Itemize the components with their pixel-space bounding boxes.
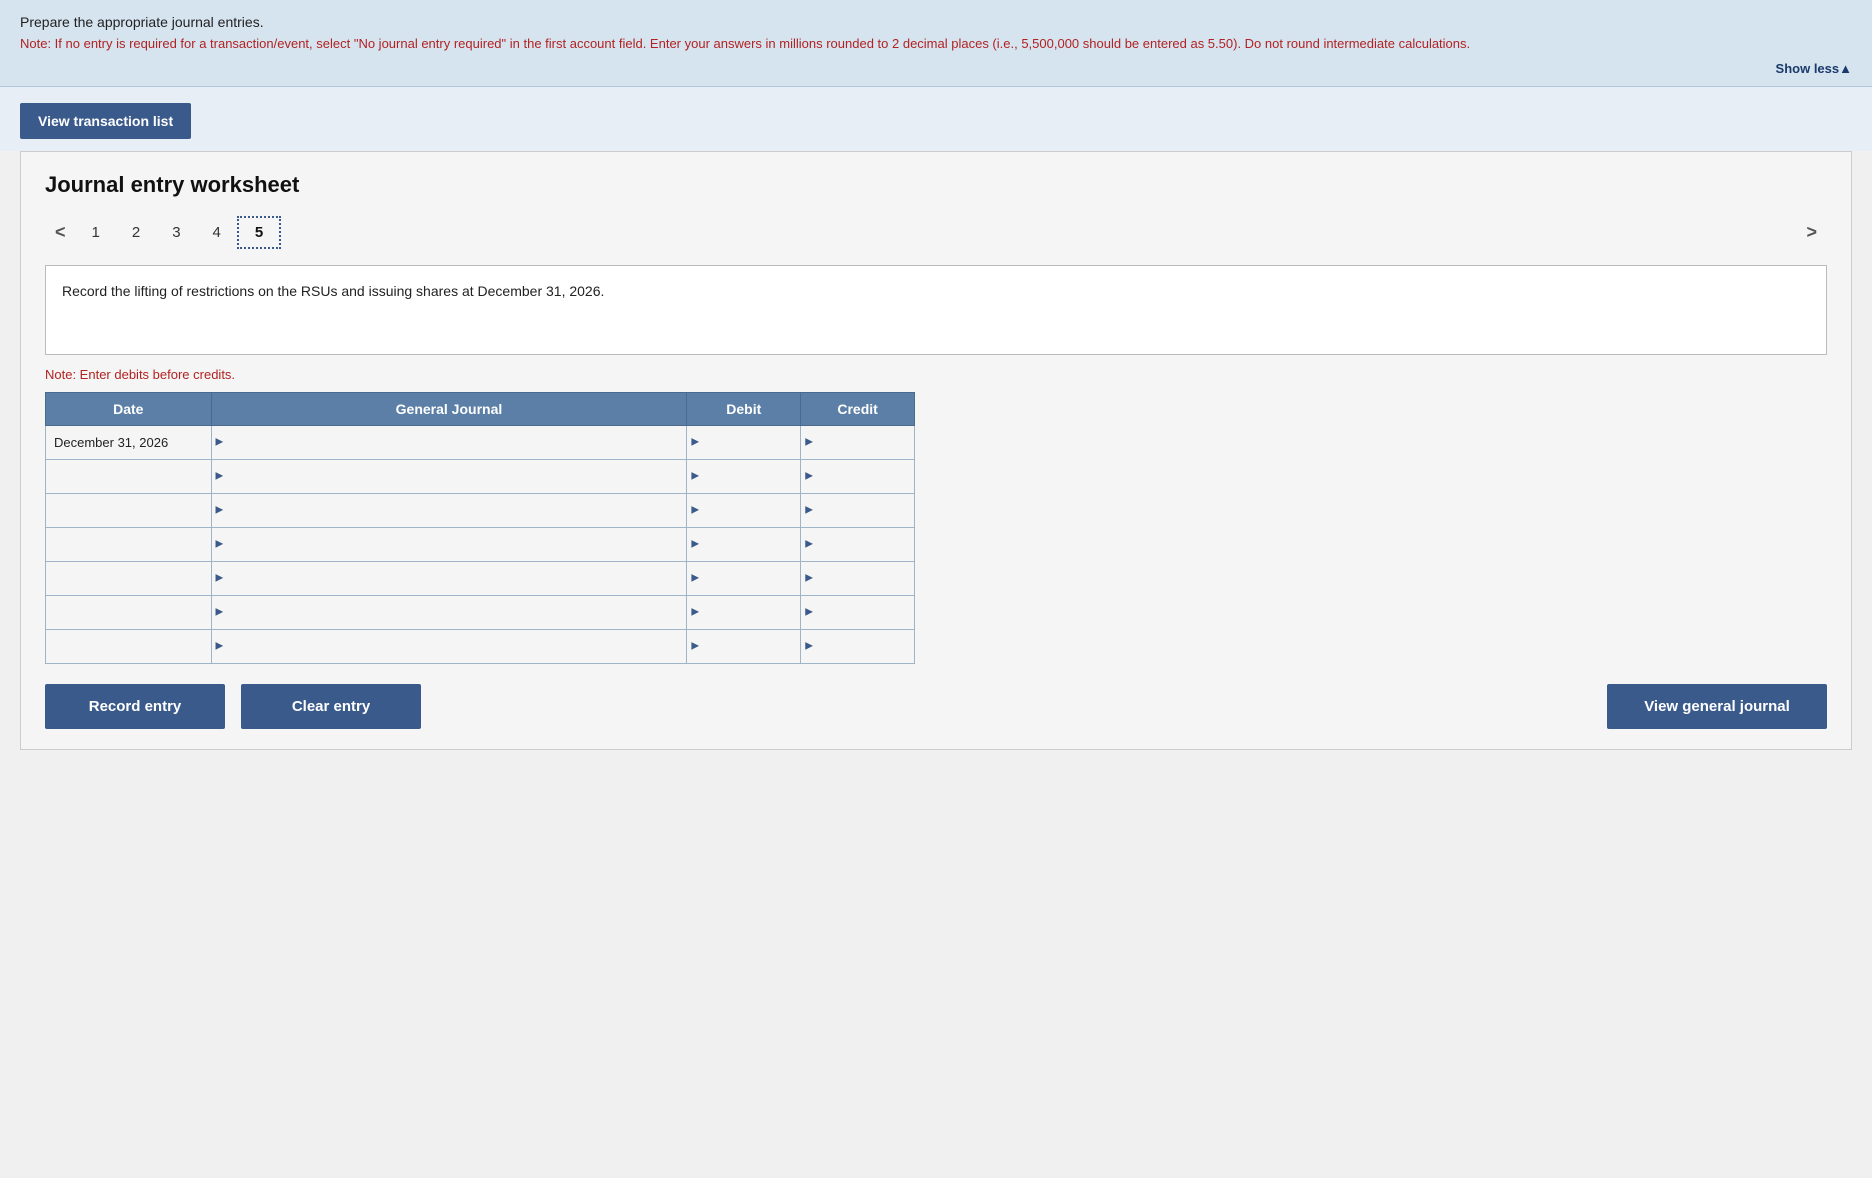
- date-cell-0: December 31, 2026: [46, 425, 212, 459]
- worksheet-container: Journal entry worksheet < 1 2 3 4 5 > Re…: [20, 151, 1852, 750]
- tab-prev-arrow[interactable]: <: [45, 218, 76, 247]
- journal-input-1[interactable]: [212, 460, 687, 493]
- col-header-debit: Debit: [687, 392, 801, 425]
- credit-input-cell-4[interactable]: [801, 561, 915, 595]
- col-header-credit: Credit: [801, 392, 915, 425]
- debit-input-cell-2[interactable]: [687, 493, 801, 527]
- bottom-buttons: Record entry Clear entry View general jo…: [45, 684, 1827, 729]
- credit-input-cell-3[interactable]: [801, 527, 915, 561]
- journal-input-cell-3[interactable]: [211, 527, 687, 561]
- table-row: [46, 459, 915, 493]
- date-cell-6: [46, 629, 212, 663]
- debit-input-6[interactable]: [687, 630, 800, 663]
- debit-input-4[interactable]: [687, 562, 800, 595]
- journal-input-6[interactable]: [212, 630, 687, 663]
- credit-input-5[interactable]: [801, 596, 914, 629]
- credit-input-1[interactable]: [801, 460, 914, 493]
- clear-entry-button[interactable]: Clear entry: [241, 684, 421, 729]
- journal-input-cell-6[interactable]: [211, 629, 687, 663]
- date-cell-4: [46, 561, 212, 595]
- tab-3[interactable]: 3: [156, 218, 196, 247]
- date-cell-1: [46, 459, 212, 493]
- journal-input-cell-1[interactable]: [211, 459, 687, 493]
- instruction-title: Prepare the appropriate journal entries.: [20, 14, 1852, 30]
- journal-input-4[interactable]: [212, 562, 687, 595]
- debit-input-3[interactable]: [687, 528, 800, 561]
- col-header-journal: General Journal: [211, 392, 687, 425]
- debit-input-cell-5[interactable]: [687, 595, 801, 629]
- transaction-list-area: View transaction list: [0, 87, 1872, 151]
- view-transaction-list-button[interactable]: View transaction list: [20, 103, 191, 139]
- credit-input-0[interactable]: [801, 426, 914, 459]
- debit-input-5[interactable]: [687, 596, 800, 629]
- date-cell-5: [46, 595, 212, 629]
- table-row: [46, 595, 915, 629]
- record-entry-button[interactable]: Record entry: [45, 684, 225, 729]
- tab-4[interactable]: 4: [197, 218, 237, 247]
- table-row: [46, 493, 915, 527]
- debit-input-2[interactable]: [687, 494, 800, 527]
- credit-input-cell-2[interactable]: [801, 493, 915, 527]
- note-debits: Note: Enter debits before credits.: [45, 367, 1827, 382]
- debit-input-cell-4[interactable]: [687, 561, 801, 595]
- journal-input-cell-2[interactable]: [211, 493, 687, 527]
- journal-input-3[interactable]: [212, 528, 687, 561]
- instruction-note: Note: If no entry is required for a tran…: [20, 34, 1852, 54]
- tab-navigation: < 1 2 3 4 5 >: [45, 216, 1827, 249]
- instruction-banner: Prepare the appropriate journal entries.…: [0, 0, 1872, 87]
- debit-input-cell-1[interactable]: [687, 459, 801, 493]
- credit-input-4[interactable]: [801, 562, 914, 595]
- tab-2[interactable]: 2: [116, 218, 156, 247]
- col-header-date: Date: [46, 392, 212, 425]
- show-less-area: Show less▲: [20, 60, 1852, 76]
- credit-input-cell-1[interactable]: [801, 459, 915, 493]
- journal-table: Date General Journal Debit Credit Decemb…: [45, 392, 915, 664]
- credit-input-cell-0[interactable]: [801, 425, 915, 459]
- credit-input-cell-6[interactable]: [801, 629, 915, 663]
- show-less-link[interactable]: Show less▲: [1776, 61, 1852, 76]
- debit-input-cell-0[interactable]: [687, 425, 801, 459]
- date-cell-2: [46, 493, 212, 527]
- table-row: December 31, 2026: [46, 425, 915, 459]
- credit-input-6[interactable]: [801, 630, 914, 663]
- journal-input-2[interactable]: [212, 494, 687, 527]
- view-general-journal-button[interactable]: View general journal: [1607, 684, 1827, 729]
- credit-input-cell-5[interactable]: [801, 595, 915, 629]
- worksheet-title: Journal entry worksheet: [45, 172, 1827, 198]
- debit-input-cell-6[interactable]: [687, 629, 801, 663]
- tab-next-arrow[interactable]: >: [1796, 218, 1827, 247]
- journal-input-0[interactable]: [212, 426, 687, 459]
- table-row: [46, 527, 915, 561]
- debit-input-1[interactable]: [687, 460, 800, 493]
- journal-input-cell-5[interactable]: [211, 595, 687, 629]
- credit-input-2[interactable]: [801, 494, 914, 527]
- credit-input-3[interactable]: [801, 528, 914, 561]
- table-row: [46, 561, 915, 595]
- debit-input-cell-3[interactable]: [687, 527, 801, 561]
- tab-5[interactable]: 5: [237, 216, 281, 249]
- date-cell-3: [46, 527, 212, 561]
- tab-1[interactable]: 1: [76, 218, 116, 247]
- journal-input-cell-4[interactable]: [211, 561, 687, 595]
- journal-input-cell-0[interactable]: [211, 425, 687, 459]
- debit-input-0[interactable]: [687, 426, 800, 459]
- table-row: [46, 629, 915, 663]
- journal-input-5[interactable]: [212, 596, 687, 629]
- description-box: Record the lifting of restrictions on th…: [45, 265, 1827, 355]
